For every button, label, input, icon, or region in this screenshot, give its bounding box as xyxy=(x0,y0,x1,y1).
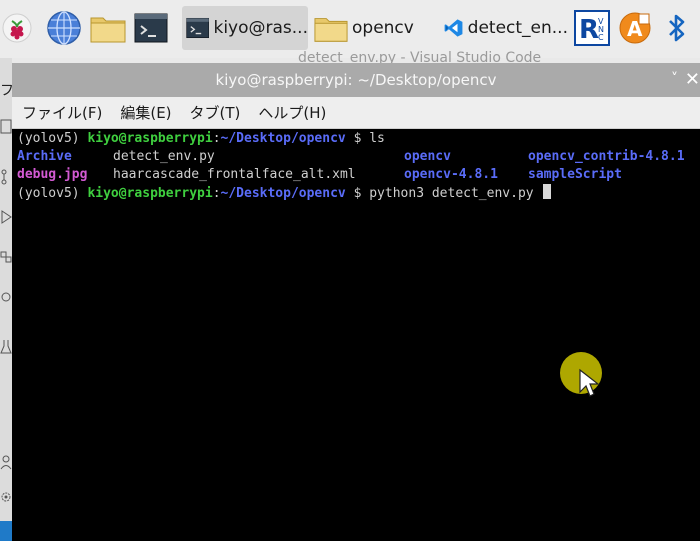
svg-text:R: R xyxy=(579,15,599,45)
close-icon[interactable]: ✕ xyxy=(685,69,700,90)
taskbar-vscode-window-button[interactable]: detect_en... xyxy=(442,6,568,50)
vnc-tray-button[interactable]: R V N C xyxy=(574,6,614,50)
terminal-icon xyxy=(134,13,168,43)
terminal-output[interactable]: (yolov5) kiyo@raspberrypi:~/Desktop/open… xyxy=(12,129,700,541)
status-bar-remote-indicator xyxy=(0,521,12,541)
raspberry-icon xyxy=(2,13,32,43)
debug-icon xyxy=(1,210,12,224)
input-method-tray-button[interactable]: A xyxy=(618,6,658,50)
menu-help[interactable]: ヘルプ(H) xyxy=(258,102,326,123)
prompt-path: ~/Desktop/opencv xyxy=(220,186,346,201)
testing-icon xyxy=(0,340,12,354)
menu-tabs[interactable]: タブ(T) xyxy=(190,102,241,123)
prompt-env: (yolov5) xyxy=(17,186,88,201)
folder-icon xyxy=(314,18,348,42)
prompt-end: $ xyxy=(345,131,370,146)
terminal-launcher[interactable] xyxy=(134,6,172,50)
account-icon xyxy=(0,455,12,470)
taskbar-files-label: opencv xyxy=(352,18,414,38)
bluetooth-icon xyxy=(669,14,685,42)
terminal-line-4: (yolov5) kiyo@raspberrypi:~/Desktop/open… xyxy=(17,184,552,203)
ls-entry-image: debug.jpg xyxy=(17,167,88,182)
terminal-icon xyxy=(186,17,210,39)
prompt-end: $ xyxy=(345,186,370,201)
prompt-env: (yolov5) xyxy=(17,131,88,146)
prompt-separator: : xyxy=(212,186,221,201)
text-cursor xyxy=(543,184,552,199)
prompt-user: kiyo@raspberrypi xyxy=(87,131,213,146)
ls-entry-file: haarcascade_frontalface_alt.xml xyxy=(113,167,356,182)
terminal-window: kiyo@raspberrypi: ~/Desktop/opencv ˅ ✕ フ… xyxy=(12,63,700,541)
command-text: python3 detect_env.py xyxy=(369,186,542,201)
command-text: ls xyxy=(369,131,385,146)
vnc-icon: R V N C xyxy=(574,10,610,46)
prompt-separator: : xyxy=(212,131,221,146)
window-titlebar[interactable]: kiyo@raspberrypi: ~/Desktop/opencv ˅ ✕ xyxy=(12,63,700,97)
extensions-icon xyxy=(0,251,12,263)
vscode-icon xyxy=(444,19,463,37)
globe-icon xyxy=(47,11,81,45)
svg-text:C: C xyxy=(598,33,604,42)
terminal-line-1: (yolov5) kiyo@raspberrypi:~/Desktop/open… xyxy=(17,130,385,148)
explorer-icon xyxy=(0,119,12,134)
prompt-user: kiyo@raspberrypi xyxy=(87,186,213,201)
minimize-chevron-icon[interactable]: ˅ xyxy=(671,71,678,87)
source-control-icon xyxy=(1,169,7,185)
remote-icon xyxy=(1,292,11,302)
raspberry-menu-button[interactable] xyxy=(2,6,38,50)
prompt-path: ~/Desktop/opencv xyxy=(220,131,346,146)
menu-file[interactable]: ファイル(F) xyxy=(22,102,102,123)
window-title: kiyo@raspberrypi: ~/Desktop/opencv xyxy=(215,71,497,89)
bluetooth-tray-button[interactable] xyxy=(666,6,696,50)
taskbar-terminal-label: kiyo@ras... xyxy=(213,18,308,38)
folder-icon xyxy=(90,17,126,43)
taskbar-vscode-label: detect_en... xyxy=(467,18,568,38)
ls-entry-directory: sampleScript xyxy=(528,167,622,182)
file-manager-launcher[interactable] xyxy=(90,6,128,50)
web-browser-button[interactable] xyxy=(46,6,86,50)
mouse-pointer-icon xyxy=(579,368,600,397)
menu-edit[interactable]: 編集(E) xyxy=(120,102,171,123)
taskbar-files-window-button[interactable]: opencv xyxy=(312,6,438,50)
ls-entry-directory: opencv_contrib-4.8.1 xyxy=(528,149,685,164)
ls-entry-directory: opencv-4.8.1 xyxy=(404,167,498,182)
menu-bar: ファイル(F) 編集(E) タブ(T) ヘルプ(H) xyxy=(12,97,700,129)
input-method-icon: A xyxy=(619,12,651,44)
settings-gear-icon xyxy=(1,492,11,502)
ls-entry-directory: Archive xyxy=(17,149,72,164)
ls-entry-file: detect_env.py xyxy=(113,149,215,164)
taskbar: kiyo@ras... opencv detect_en... R V N C … xyxy=(0,0,700,66)
ls-entry-directory: opencv xyxy=(404,149,451,164)
background-editor-sidebar: フ xyxy=(0,58,14,541)
taskbar-terminal-window-button[interactable]: kiyo@ras... xyxy=(182,6,308,50)
